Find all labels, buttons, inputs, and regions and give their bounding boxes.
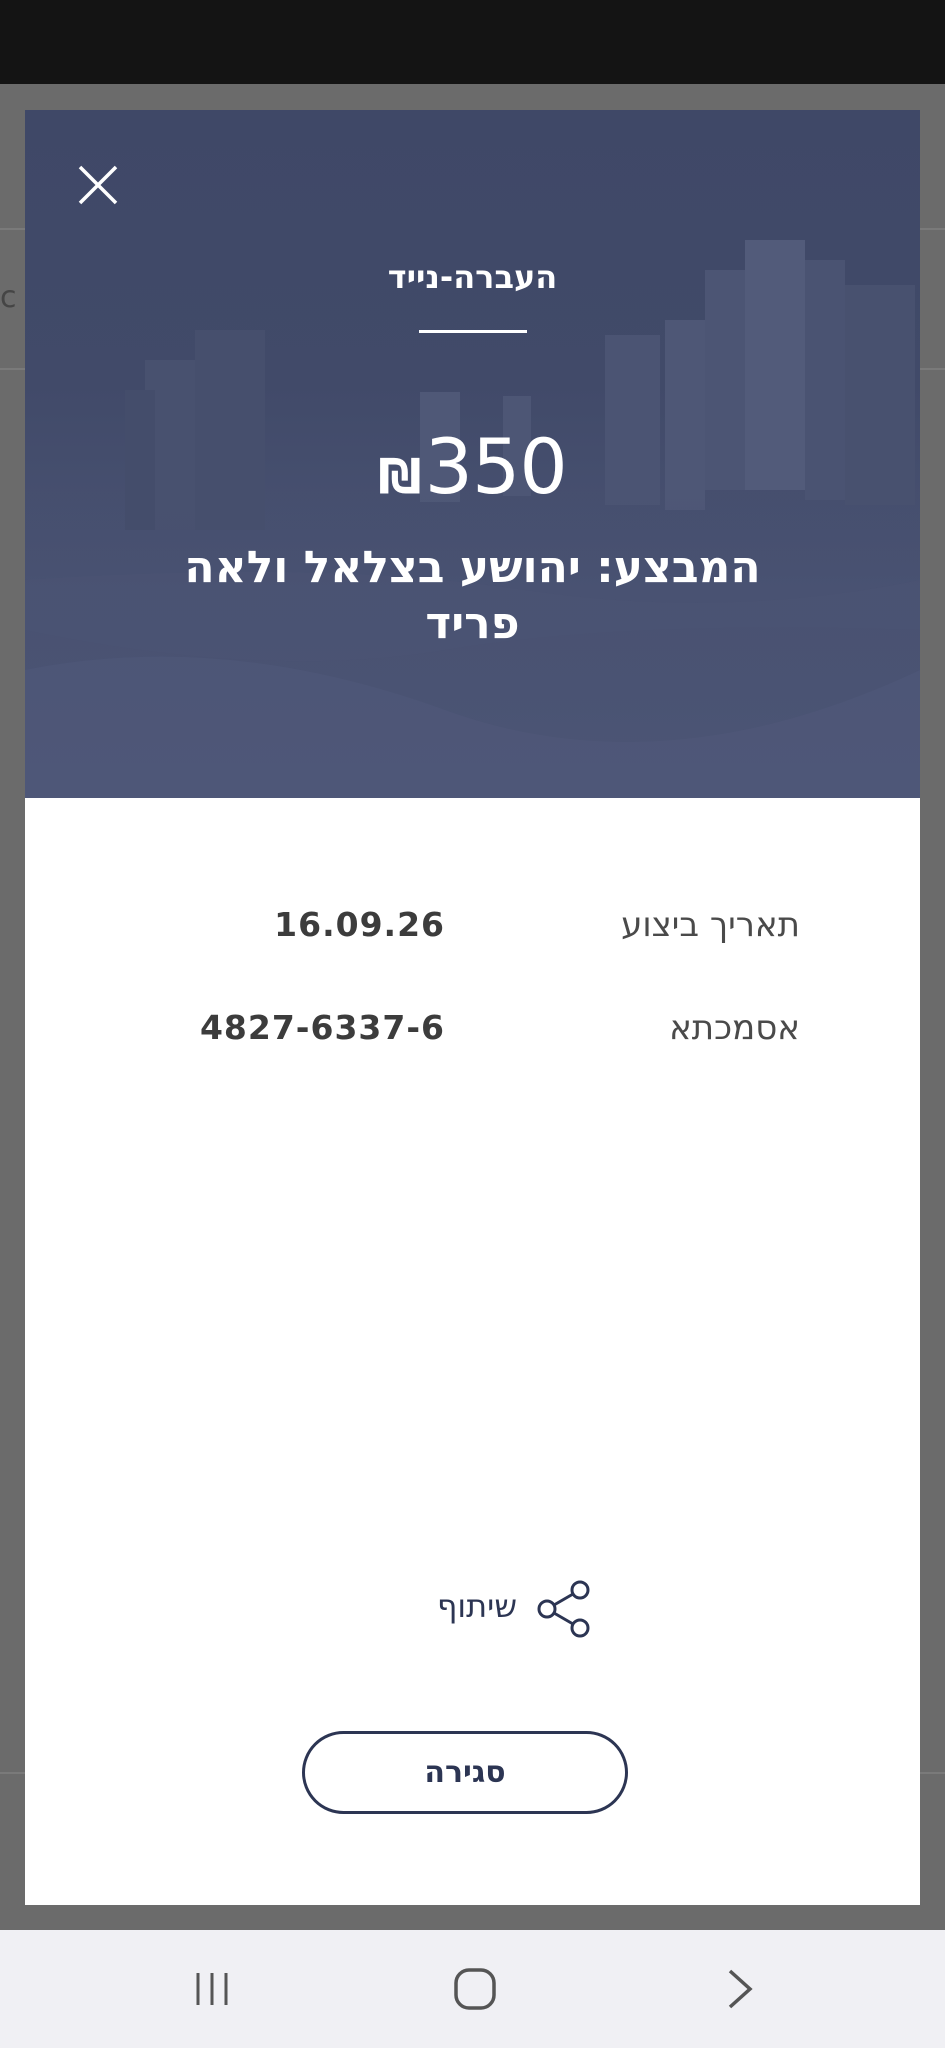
detail-label: אסמכתא	[669, 1008, 800, 1048]
share-label: שיתוף	[436, 1587, 517, 1625]
background-app-fragment: c	[0, 280, 17, 315]
amount-value: 350	[424, 422, 568, 511]
detail-row-date: תאריך ביצוע 16.09.26	[25, 905, 920, 955]
home-icon[interactable]	[415, 1930, 535, 2048]
transaction-details-modal: העברה-נייד ₪350 המבצע: יהושע בצלאל ולאה …	[25, 110, 920, 1905]
transaction-amount: ₪350	[25, 422, 920, 511]
detail-value: 4827-6337-6	[199, 1008, 445, 1047]
close-button[interactable]: סגירה	[302, 1731, 628, 1814]
currency-symbol: ₪	[378, 449, 421, 505]
status-bar	[0, 0, 945, 84]
transaction-type: העברה-נייד	[387, 258, 558, 296]
title-underline	[419, 330, 527, 333]
payer-title: המבצע: יהושע בצלאל ולאה פריד	[184, 542, 761, 649]
detail-value: 16.09.26	[274, 905, 445, 944]
close-icon[interactable]	[73, 160, 123, 210]
recent-apps-icon[interactable]	[152, 1930, 272, 2048]
detail-label: תאריך ביצוע	[621, 905, 800, 945]
system-navigation-bar	[0, 1930, 945, 2048]
share-icon	[537, 1580, 590, 1638]
share-button[interactable]: שיתוף	[395, 1575, 595, 1645]
detail-row-reference: אסמכתא 4827-6337-6	[25, 1008, 920, 1058]
back-icon[interactable]	[680, 1930, 800, 2048]
modal-header: העברה-נייד ₪350 המבצע: יהושע בצלאל ולאה …	[25, 110, 920, 798]
